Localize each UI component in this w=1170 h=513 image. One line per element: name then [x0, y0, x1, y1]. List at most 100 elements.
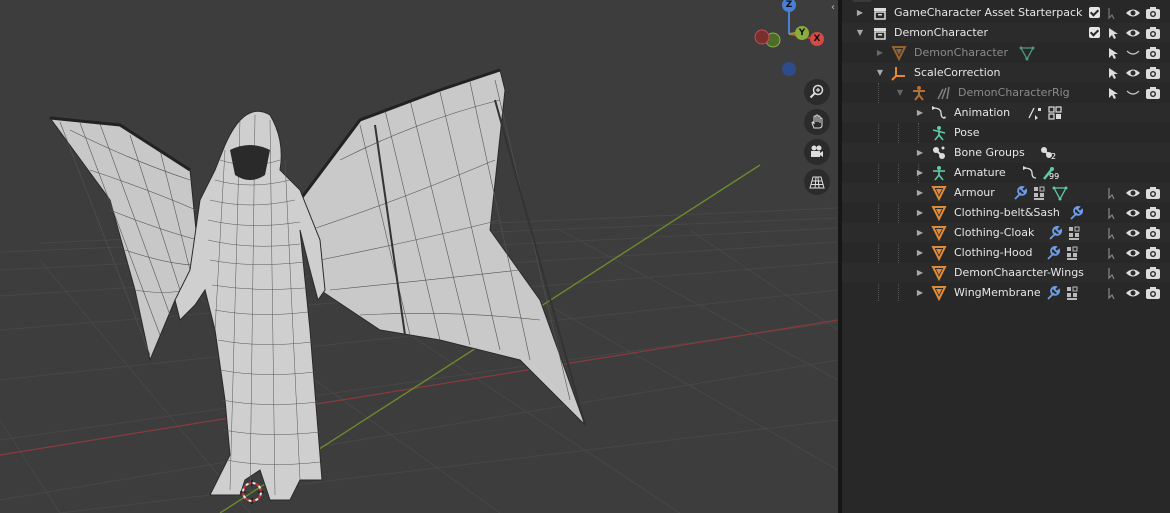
outliner-row-mesh-object[interactable]: ▶ Armour	[842, 183, 1170, 203]
action-icon[interactable]	[1027, 105, 1043, 121]
select-arrow-icon[interactable]	[1105, 265, 1121, 281]
zoom-icon	[809, 84, 824, 99]
outliner-empty-area[interactable]	[842, 303, 1170, 513]
eye-icon[interactable]	[1125, 265, 1141, 281]
render-camera-icon[interactable]	[1145, 205, 1161, 221]
expand-arrow-icon[interactable]: ▶	[915, 167, 925, 179]
outliner-row-collection[interactable]: ▶ GameCharacter Asset Starterpack	[842, 3, 1170, 23]
outliner-row-pose[interactable]: Pose	[842, 123, 1170, 143]
eye-icon[interactable]	[1125, 245, 1141, 261]
wrench-modifier-icon[interactable]	[1068, 205, 1084, 221]
navigation-gizmo[interactable]	[754, 8, 811, 76]
eye-icon[interactable]	[1125, 205, 1141, 221]
outliner-row-armature-data[interactable]: ▶ Armature 99	[842, 163, 1170, 183]
outliner-row-mesh-object[interactable]: ▶ Clothing-Cloak	[842, 223, 1170, 243]
mesh-data-icon[interactable]	[1019, 45, 1035, 61]
render-camera-icon[interactable]	[1145, 285, 1161, 301]
eye-icon[interactable]	[1125, 225, 1141, 241]
render-camera-icon[interactable]	[1145, 25, 1161, 41]
select-arrow-icon[interactable]	[1105, 245, 1121, 261]
select-arrow-icon[interactable]	[1105, 185, 1121, 201]
perspective-toggle-button[interactable]	[804, 169, 830, 195]
expand-arrow-icon[interactable]: ▶	[915, 147, 925, 159]
select-arrow-icon[interactable]	[1105, 45, 1121, 61]
vertex-groups-icon[interactable]	[1032, 185, 1048, 201]
grid-perspective-icon	[809, 176, 825, 189]
outliner-header-tab[interactable]	[852, 0, 872, 2]
gizmo-x-axis-label[interactable]: X	[810, 32, 824, 46]
outliner-row-label: Bone Groups	[954, 146, 1025, 159]
render-camera-icon[interactable]	[1145, 245, 1161, 261]
expand-arrow-icon[interactable]: ▶	[915, 187, 925, 199]
wrench-modifier-icon[interactable]	[1045, 245, 1061, 261]
gizmo-y-axis-label[interactable]: Y	[795, 26, 809, 40]
outliner-row-bone-groups[interactable]: ▶ Bone Groups 2	[842, 143, 1170, 163]
render-camera-icon[interactable]	[1145, 265, 1161, 281]
render-camera-icon[interactable]	[1145, 185, 1161, 201]
eye-closed-icon[interactable]	[1125, 85, 1141, 101]
camera-view-button[interactable]	[804, 139, 830, 165]
eye-icon[interactable]	[1125, 25, 1141, 41]
select-arrow-icon[interactable]	[1105, 285, 1121, 301]
outliner-row-collection[interactable]: ▼ DemonCharacter	[842, 23, 1170, 43]
collapse-arrow-icon[interactable]: ▼	[855, 27, 865, 39]
bone-groups-count: 2	[1051, 152, 1057, 161]
eye-closed-icon[interactable]	[1125, 45, 1141, 61]
select-arrow-icon[interactable]	[1105, 65, 1121, 81]
expand-arrow-icon[interactable]: ▶	[855, 7, 865, 19]
expand-arrow-icon[interactable]: ▶	[915, 267, 925, 279]
eye-icon[interactable]	[1125, 65, 1141, 81]
exclude-checkbox[interactable]	[1089, 7, 1100, 18]
outliner-row-mesh-object[interactable]: ▶ Clothing-Hood	[842, 243, 1170, 263]
expand-arrow-icon[interactable]: ▶	[875, 47, 885, 59]
outliner-row-label: Clothing-Cloak	[954, 226, 1035, 239]
expand-arrow-icon[interactable]: ▶	[915, 207, 925, 219]
select-arrow-icon[interactable]	[1105, 205, 1121, 221]
pose-icon	[932, 126, 946, 141]
select-arrow-icon[interactable]	[1105, 225, 1121, 241]
outliner-row-mesh-object[interactable]: ▶ DemonCharacter	[842, 43, 1170, 63]
render-camera-icon[interactable]	[1145, 45, 1161, 61]
outliner-row-label: WingMembrane	[954, 286, 1041, 299]
mesh-icon	[931, 286, 947, 301]
exclude-checkbox[interactable]	[1089, 27, 1100, 38]
eye-icon[interactable]	[1125, 185, 1141, 201]
expand-arrow-icon[interactable]: ▶	[915, 247, 925, 259]
vertex-groups-icon[interactable]	[1065, 285, 1081, 301]
outliner-row-armature-object[interactable]: ▼ DemonCharacterRig	[842, 83, 1170, 103]
expand-arrow-icon[interactable]: ▶	[915, 287, 925, 299]
animation-data-icon[interactable]	[1022, 165, 1038, 181]
outliner-row-mesh-object[interactable]: ▶ DemonChaarcter-Wings	[842, 263, 1170, 283]
zoom-button[interactable]	[804, 79, 830, 105]
3d-viewport[interactable]: Z Y X ‹	[0, 0, 838, 513]
collapse-arrow-icon[interactable]: ‹	[831, 2, 838, 16]
mesh-icon	[931, 266, 947, 281]
render-camera-icon[interactable]	[1145, 85, 1161, 101]
expand-arrow-icon[interactable]: ▶	[915, 107, 925, 119]
wrench-modifier-icon[interactable]	[1047, 225, 1063, 241]
select-arrow-icon[interactable]	[1105, 25, 1121, 41]
expand-arrow-icon[interactable]: ▶	[915, 227, 925, 239]
render-camera-icon[interactable]	[1145, 225, 1161, 241]
eye-icon[interactable]	[1125, 285, 1141, 301]
render-camera-icon[interactable]	[1145, 65, 1161, 81]
collapse-arrow-icon[interactable]: ▼	[875, 67, 885, 79]
wrench-modifier-icon[interactable]	[1012, 185, 1028, 201]
pan-button[interactable]	[804, 109, 830, 135]
vertex-groups-icon[interactable]	[1067, 225, 1083, 241]
collapse-arrow-icon[interactable]: ▼	[895, 87, 905, 99]
mesh-data-icon[interactable]	[1052, 185, 1068, 201]
outliner-row-empty-object[interactable]: ▼ ScaleCorrection	[842, 63, 1170, 83]
outliner-row-mesh-object[interactable]: ▶ WingMembrane	[842, 283, 1170, 303]
vertex-groups-icon[interactable]	[1065, 245, 1081, 261]
wrench-modifier-icon[interactable]	[1045, 285, 1061, 301]
outliner-row-label: GameCharacter Asset Starterpack	[894, 6, 1083, 19]
outliner-row-animation[interactable]: ▶ Animation	[842, 103, 1170, 123]
outliner-row-mesh-object[interactable]: ▶ Clothing-belt&Sash	[842, 203, 1170, 223]
eye-icon[interactable]	[1125, 5, 1141, 21]
nla-strips-icon[interactable]	[1047, 105, 1063, 121]
select-arrow-icon[interactable]	[1105, 85, 1121, 101]
mesh-icon	[931, 226, 947, 241]
select-arrow-icon[interactable]	[1105, 5, 1121, 21]
render-camera-icon[interactable]	[1145, 5, 1161, 21]
